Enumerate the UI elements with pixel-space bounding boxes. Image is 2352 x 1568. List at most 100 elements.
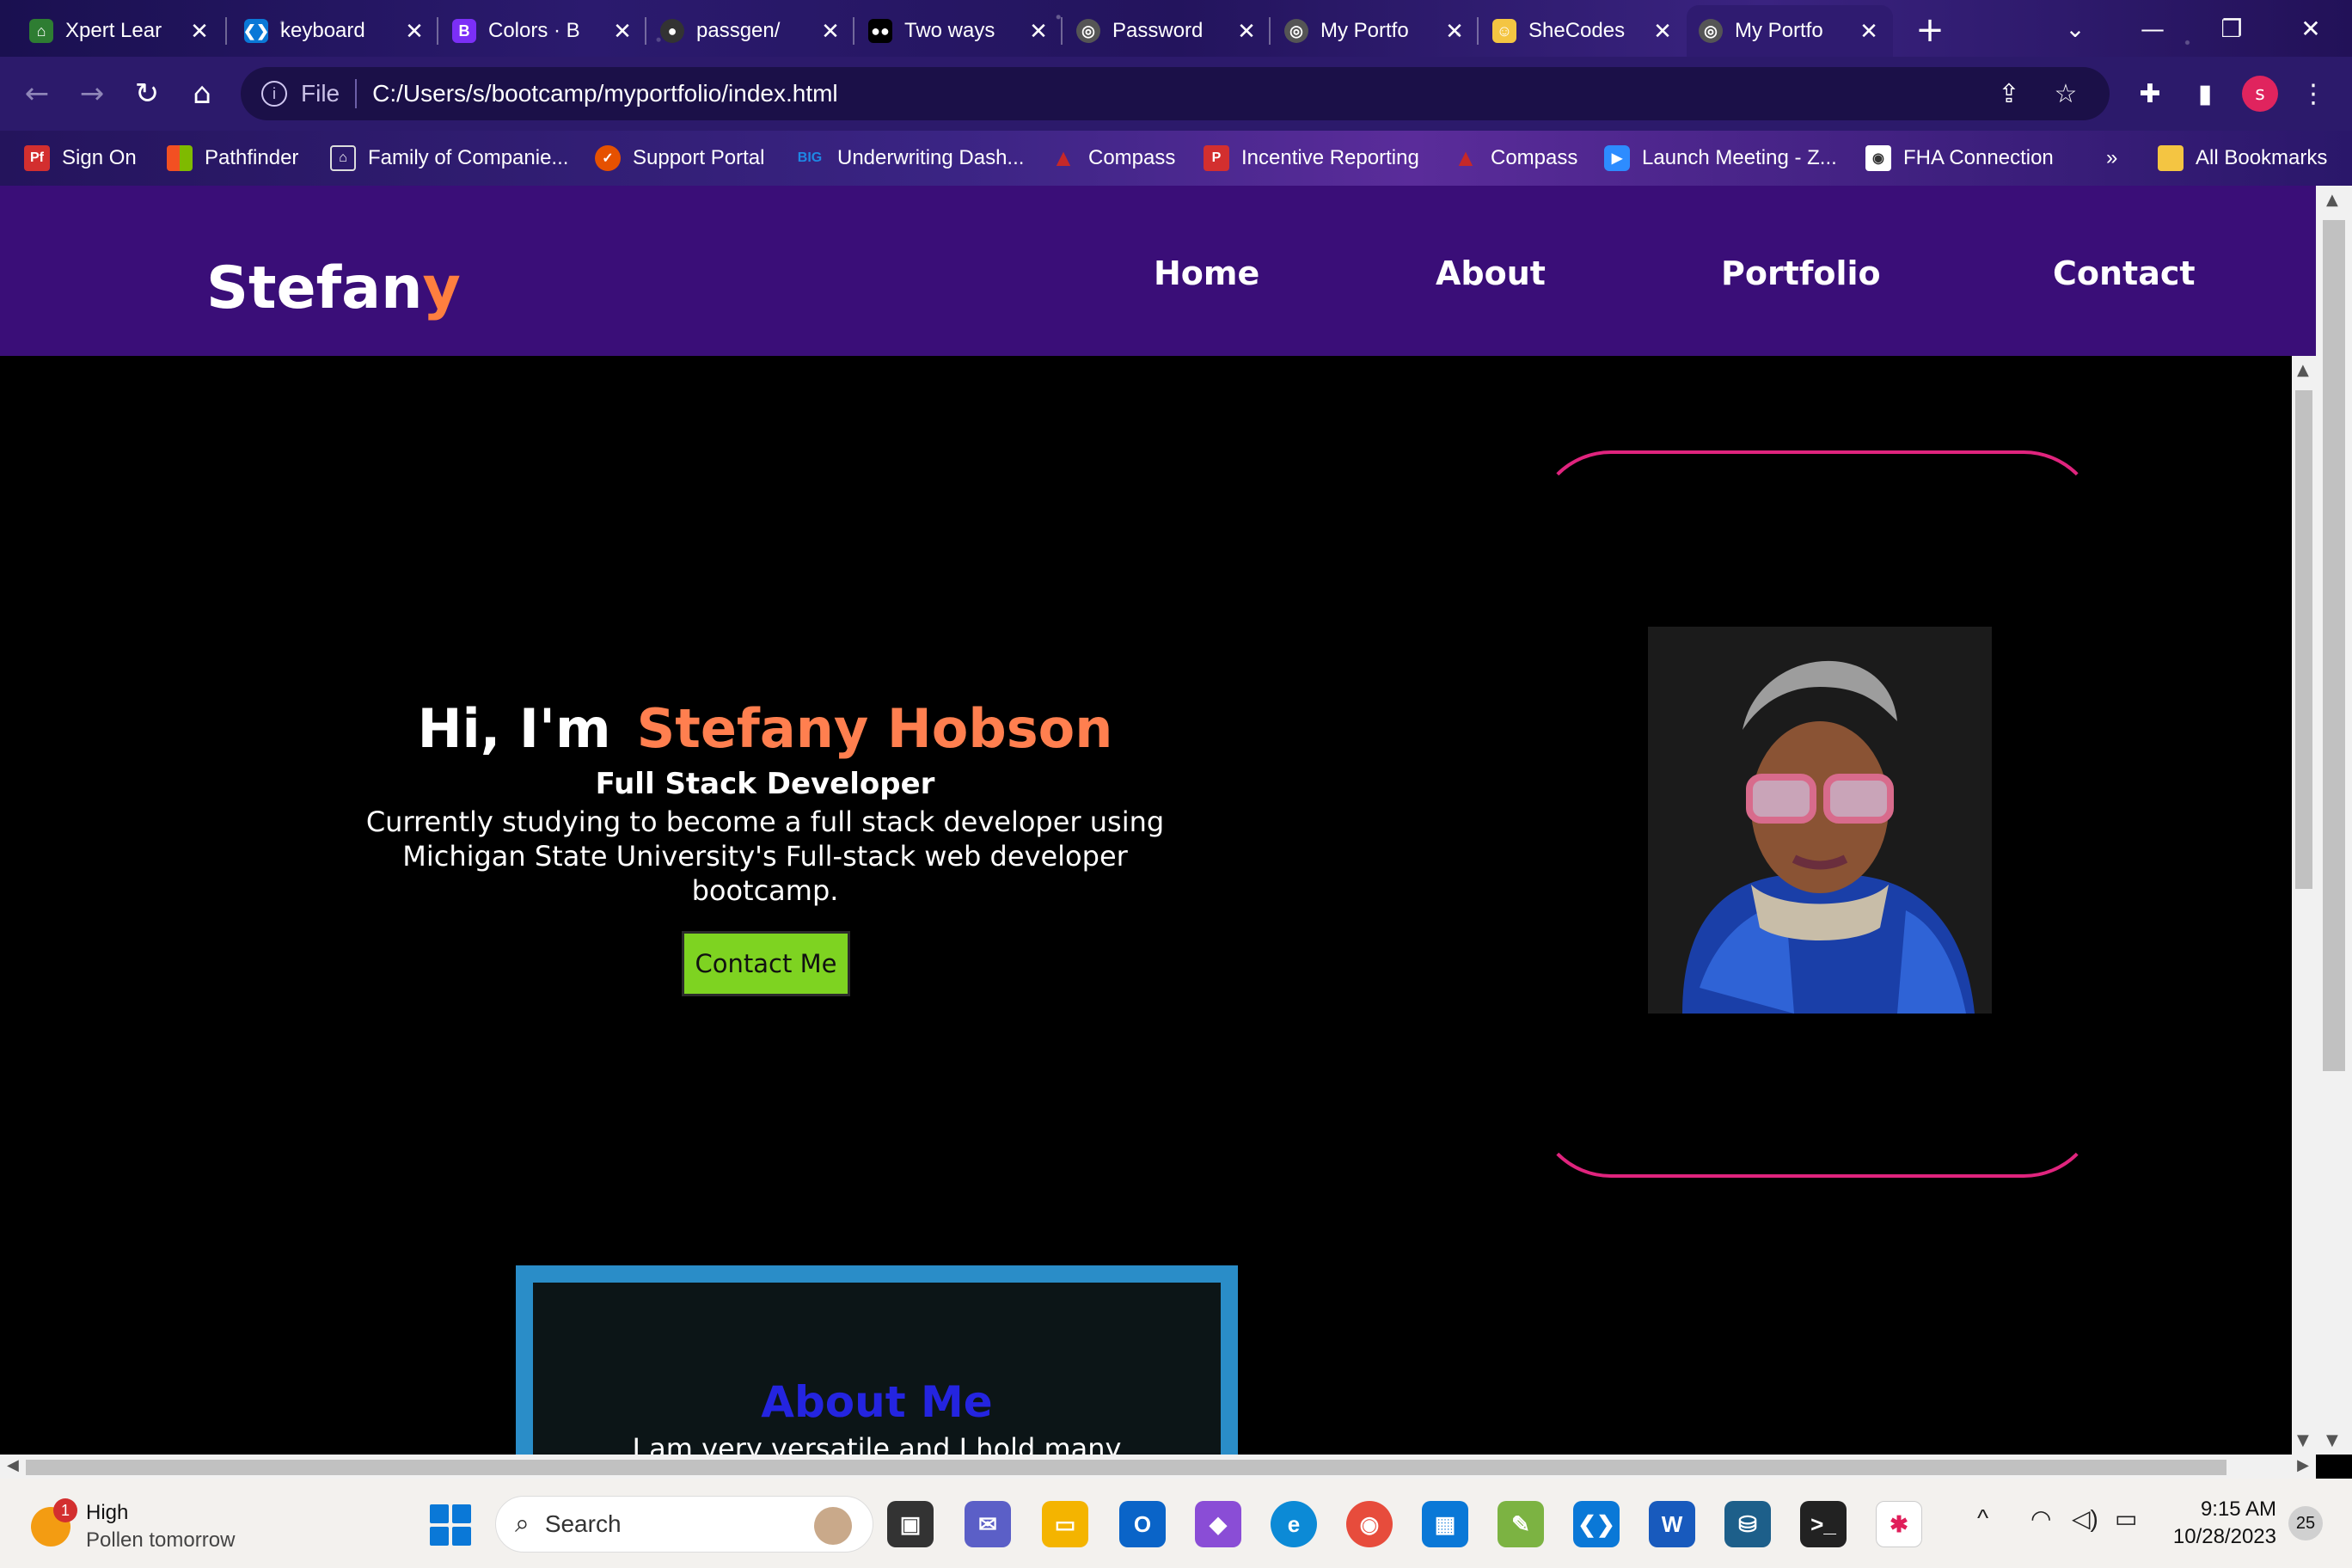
- word-icon[interactable]: W: [1649, 1501, 1695, 1547]
- home-icon[interactable]: ⌂: [182, 74, 222, 113]
- extensions-puzzle-icon[interactable]: ✚: [2130, 74, 2170, 113]
- slack-icon[interactable]: ✱: [1876, 1501, 1922, 1547]
- hero-role: Full Stack Developer: [595, 767, 935, 801]
- mysql-workbench-icon[interactable]: ⛁: [1724, 1501, 1771, 1547]
- scroll-right-arrow-icon[interactable]: ▶: [2297, 1456, 2309, 1474]
- show-hidden-icons-chevron-icon[interactable]: ^: [1977, 1504, 1988, 1532]
- tab-my-portfolio-active[interactable]: ◎ My Portfo ✕: [1687, 5, 1893, 57]
- more-bookmarks-button[interactable]: »: [2106, 143, 2117, 174]
- bookmark-compass-1[interactable]: ▲ Compass: [1050, 143, 1175, 174]
- chrome-icon[interactable]: ◉: [1346, 1501, 1393, 1547]
- tab-search-chevron-icon[interactable]: ⌄: [2041, 0, 2110, 57]
- bookmark-underwriting-dash[interactable]: BIG Underwriting Dash...: [794, 143, 1025, 174]
- tab-separator: [437, 17, 438, 45]
- weather-widget[interactable]: 1 High Pollen tomorrow: [31, 1498, 235, 1554]
- tab-colors-bootstrap[interactable]: B Colors · B ✕: [440, 5, 646, 57]
- task-view-icon[interactable]: ▣: [887, 1501, 934, 1547]
- hero-name: Stefany Hobson: [636, 697, 1113, 760]
- edge-icon[interactable]: e: [1271, 1501, 1317, 1547]
- volume-icon[interactable]: ◁): [2072, 1504, 2098, 1533]
- tab-close-icon[interactable]: ✕: [402, 18, 426, 45]
- tab-close-icon[interactable]: ✕: [1857, 18, 1881, 45]
- terminal-icon[interactable]: >_: [1800, 1501, 1847, 1547]
- bookmark-family-of-companies[interactable]: ⌂ Family of Companie...: [330, 143, 568, 174]
- scroll-up-arrow-icon[interactable]: ▲: [2297, 361, 2309, 379]
- url-scheme: File: [301, 80, 340, 107]
- tab-passgen[interactable]: ● passgen/ ✕: [648, 5, 854, 57]
- nav-home[interactable]: Home: [1154, 254, 1259, 292]
- page-horizontal-scrollbar[interactable]: ◀ ▶: [0, 1455, 2316, 1479]
- search-highlight-icon: [814, 1507, 852, 1545]
- all-bookmarks-folder[interactable]: All Bookmarks: [2158, 143, 2327, 174]
- tab-shecodes[interactable]: ☺ SheCodes ✕: [1480, 5, 1687, 57]
- url-text[interactable]: C:/Users/s/bootcamp/myportfolio/index.ht…: [372, 80, 838, 107]
- reload-icon[interactable]: ↻: [127, 74, 167, 113]
- vscode-icon[interactable]: ❮❯: [1573, 1501, 1620, 1547]
- bookmark-support-portal[interactable]: ✓ Support Portal: [595, 143, 764, 174]
- inner-scroll-thumb[interactable]: [2295, 390, 2312, 889]
- new-tab-button[interactable]: +: [1908, 9, 1951, 52]
- site-info-icon[interactable]: i: [261, 81, 287, 107]
- bookmark-pathfinder[interactable]: Pathfinder: [167, 143, 298, 174]
- contact-me-button[interactable]: Contact Me: [682, 931, 850, 996]
- menu-kebab-icon[interactable]: ⋮: [2294, 74, 2333, 113]
- horizontal-scroll-thumb[interactable]: [26, 1460, 2226, 1475]
- minimize-button[interactable]: —: [2118, 0, 2187, 57]
- tab-close-icon[interactable]: ✕: [610, 18, 634, 45]
- forward-arrow-icon[interactable]: →: [72, 74, 112, 113]
- tab-close-icon[interactable]: ✕: [1234, 18, 1259, 45]
- tab-close-icon[interactable]: ✕: [1651, 18, 1675, 45]
- tab-close-icon[interactable]: ✕: [187, 18, 211, 45]
- back-arrow-icon[interactable]: ←: [17, 74, 57, 113]
- notepad-icon[interactable]: ✎: [1498, 1501, 1544, 1547]
- scroll-down-arrow-icon[interactable]: ▼: [2297, 1431, 2309, 1449]
- tab-two-ways[interactable]: ●● Two ways ✕: [856, 5, 1063, 57]
- copilot-icon[interactable]: ◆: [1195, 1501, 1241, 1547]
- battery-icon[interactable]: ▭: [2115, 1504, 2137, 1533]
- share-icon[interactable]: ⇪: [1994, 79, 2024, 108]
- nav-portfolio[interactable]: Portfolio: [1721, 254, 1881, 292]
- vertical-scroll-thumb[interactable]: [2323, 220, 2345, 1071]
- site-brand-logo[interactable]: Stefany: [206, 254, 461, 322]
- scroll-down-arrow-icon[interactable]: ▼: [2326, 1431, 2338, 1449]
- hero-section: Hi, I'm Stefany Hobson Full Stack Develop…: [327, 697, 1204, 908]
- tab-close-icon[interactable]: ✕: [1026, 18, 1050, 45]
- wifi-icon[interactable]: ◠: [2030, 1504, 2051, 1533]
- tab-password[interactable]: ◎ Password ✕: [1064, 5, 1271, 57]
- address-bar[interactable]: i File C:/Users/s/bootcamp/myportfolio/i…: [241, 67, 2110, 120]
- start-button[interactable]: [430, 1504, 471, 1546]
- close-window-button[interactable]: ✕: [2276, 0, 2345, 57]
- teams-chat-icon[interactable]: ✉: [965, 1501, 1011, 1547]
- bookmark-fha-connection[interactable]: ◉ FHA Connection: [1865, 143, 2054, 174]
- tab-close-icon[interactable]: ✕: [818, 18, 842, 45]
- notification-center-badge[interactable]: 25: [2288, 1506, 2323, 1540]
- pf-icon: Pf: [24, 145, 50, 171]
- bookmark-compass-2[interactable]: ▲ Compass: [1453, 143, 1577, 174]
- restore-button[interactable]: ❐: [2197, 0, 2266, 57]
- tab-close-icon[interactable]: ✕: [1442, 18, 1467, 45]
- profile-avatar[interactable]: s: [2240, 74, 2280, 113]
- page-inner-scrollbar[interactable]: ▲ ▼: [2292, 356, 2316, 1455]
- scroll-up-arrow-icon[interactable]: ▲: [2326, 191, 2338, 209]
- side-panel-icon[interactable]: ▮: [2185, 74, 2225, 113]
- weather-icon: 1: [31, 1498, 77, 1547]
- outlook-icon[interactable]: O: [1119, 1501, 1166, 1547]
- bookmark-sign-on[interactable]: Pf Sign On: [24, 143, 137, 174]
- bookmark-star-icon[interactable]: ☆: [2051, 79, 2080, 108]
- about-title: About Me: [761, 1377, 993, 1427]
- tab-my-portfolio[interactable]: ◎ My Portfo ✕: [1272, 5, 1479, 57]
- bookmark-incentive-reporting[interactable]: P Incentive Reporting: [1204, 143, 1419, 174]
- scroll-left-arrow-icon[interactable]: ◀: [7, 1456, 19, 1474]
- bookmarks-bar: Pf Sign On Pathfinder ⌂ Family of Compan…: [0, 131, 2352, 186]
- omnibox-divider: [355, 79, 358, 108]
- system-clock[interactable]: 9:15 AM 10/28/2023: [2165, 1496, 2276, 1551]
- page-vertical-scrollbar[interactable]: ▲ ▼: [2316, 186, 2352, 1455]
- tab-keyboard[interactable]: ❮❯ keyboard ✕: [232, 5, 438, 57]
- file-explorer-icon[interactable]: ▭: [1042, 1501, 1088, 1547]
- tab-xpert-learning[interactable]: ⌂ Xpert Lear ✕: [17, 5, 224, 57]
- bookmark-launch-meeting[interactable]: ▶ Launch Meeting - Z...: [1604, 143, 1837, 174]
- nav-contact[interactable]: Contact: [2053, 254, 2196, 292]
- nav-about[interactable]: About: [1436, 254, 1546, 292]
- microsoft-store-icon[interactable]: ▦: [1422, 1501, 1468, 1547]
- taskbar-search[interactable]: ⌕ Search: [495, 1496, 873, 1553]
